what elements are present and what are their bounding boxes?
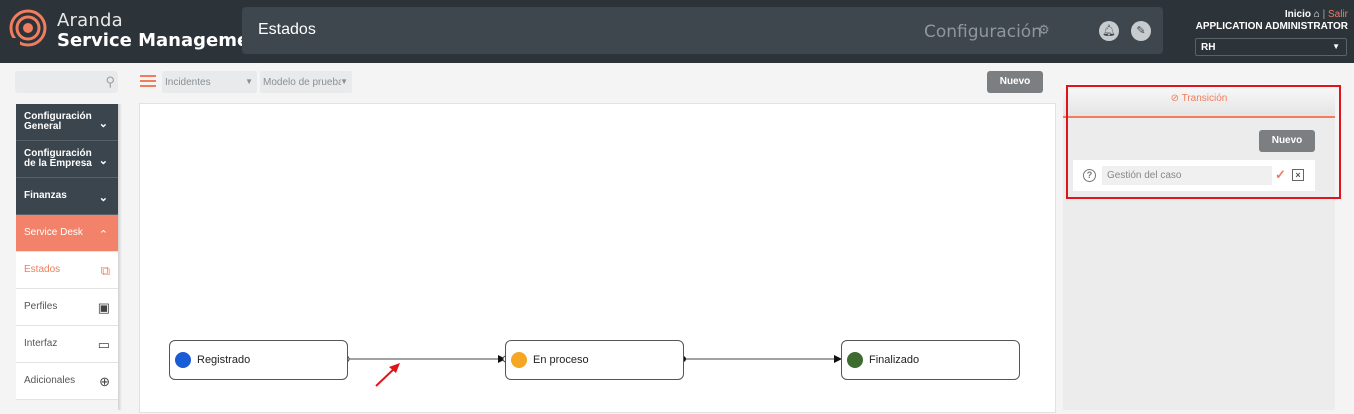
highlight-box <box>1066 85 1341 199</box>
menu-icon[interactable] <box>140 75 156 87</box>
monitor-icon: ▭ <box>97 337 110 352</box>
aranda-logo-icon <box>9 9 47 47</box>
sidebar-item-label: Configuración de la Empresa <box>24 148 92 169</box>
page-title: Estados <box>258 21 316 38</box>
chevron-down-icon: ⌄ <box>98 118 108 130</box>
logout-link[interactable]: Salir <box>1328 9 1348 20</box>
sidebar-item-adicionales[interactable]: Adicionales ⊕ <box>16 363 118 400</box>
magic-wand-icon[interactable]: ✎ <box>1131 21 1151 41</box>
model-value: Modelo de prueba <box>263 77 341 88</box>
gear-icon[interactable]: ⚙ <box>1038 22 1050 38</box>
state-color-dot <box>175 352 191 368</box>
sidebar-item-interfaz[interactable]: Interfaz ▭ <box>16 326 118 363</box>
sidebar-item-label: Estados <box>24 264 61 275</box>
bell-icon[interactable]: 🔔︎ <box>1099 21 1119 41</box>
user-area: Inicio ⌂ | Salir APPLICATION ADMINISTRAT… <box>1190 9 1348 32</box>
state-node-registrado[interactable]: Registrado <box>169 340 348 380</box>
state-color-dot <box>511 352 527 368</box>
search-icon[interactable]: ⚲ <box>105 74 115 90</box>
workflow-canvas[interactable]: Registrado En proceso Finalizado <box>139 103 1056 413</box>
config-link[interactable]: Configuración <box>924 22 1042 42</box>
home-link[interactable]: Inicio <box>1285 9 1311 20</box>
caret-down-icon: ▼ <box>1332 42 1340 51</box>
sidebar-item-perfiles[interactable]: Perfiles ▣ <box>16 289 118 326</box>
sidebar-item-configuracion-empresa[interactable]: Configuración de la Empresa ⌄ <box>16 141 118 178</box>
top-bar: Aranda Service Management Estados Config… <box>0 0 1354 63</box>
sidebar-item-finanzas[interactable]: Finanzas ⌄ <box>16 178 118 215</box>
state-color-dot <box>847 352 863 368</box>
sidebar: Configuración General ⌄ Configuración de… <box>16 104 118 400</box>
copy-icon: ⧉ <box>100 263 110 278</box>
case-type-select[interactable]: Incidentes ▼ <box>162 71 257 93</box>
plus-circle-icon: ⊕ <box>99 374 110 389</box>
project-select[interactable]: RH ▼ <box>1195 38 1347 56</box>
state-label: Registrado <box>197 354 251 366</box>
sidebar-item-label: Perfiles <box>24 301 58 312</box>
sidebar-item-label: Interfaz <box>24 338 58 349</box>
state-node-en-proceso[interactable]: En proceso <box>505 340 684 380</box>
model-select[interactable]: Modelo de prueba ▼ <box>260 71 352 93</box>
sidebar-item-label: Service Desk <box>24 227 83 238</box>
state-label: Finalizado <box>869 354 920 366</box>
sidebar-search-input[interactable]: ⚲ <box>15 71 118 93</box>
state-label: En proceso <box>533 354 589 366</box>
caret-down-icon: ▼ <box>340 77 348 86</box>
chevron-down-icon: ⌄ <box>98 155 108 167</box>
caret-down-icon: ▼ <box>245 77 253 86</box>
sidebar-item-configuracion-general[interactable]: Configuración General ⌄ <box>16 104 118 141</box>
sidebar-item-estados[interactable]: Estados ⧉ <box>16 252 118 289</box>
brand-name: Aranda <box>57 10 123 31</box>
brand-product: Service Management <box>57 30 271 51</box>
project-value: RH <box>1201 42 1216 53</box>
sidebar-item-label: Configuración General <box>24 111 92 132</box>
sidebar-item-label: Adicionales <box>24 375 76 386</box>
profile-card-icon: ▣ <box>97 300 110 315</box>
home-icon[interactable]: ⌂ <box>1314 9 1320 20</box>
user-role: APPLICATION ADMINISTRATOR <box>1195 21 1348 32</box>
title-bar: Estados Configuración ⚙ 🔔︎ ✎ <box>242 7 1163 54</box>
sidebar-item-service-desk[interactable]: Service Desk ⌃ <box>16 215 118 252</box>
new-button[interactable]: Nuevo <box>987 71 1043 93</box>
state-node-finalizado[interactable]: Finalizado <box>841 340 1020 380</box>
sidebar-shadow <box>118 104 122 410</box>
sidebar-item-label: Finanzas <box>24 190 67 201</box>
chevron-up-icon: ⌃ <box>98 229 108 241</box>
chevron-down-icon: ⌄ <box>98 192 108 204</box>
case-type-value: Incidentes <box>165 77 211 88</box>
